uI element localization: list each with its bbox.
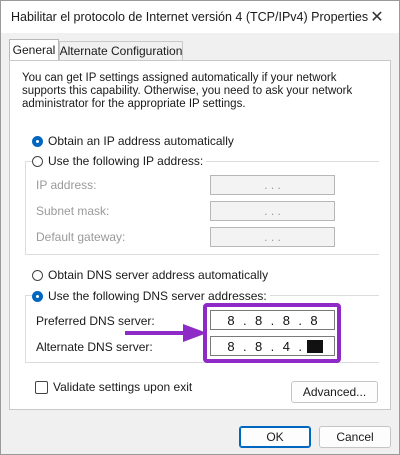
highlight-rectangle [203, 303, 341, 363]
radio-unselected-icon [32, 155, 43, 167]
close-button[interactable]: ✕ [355, 1, 399, 33]
ip-address-label: IP address: [36, 178, 97, 192]
intro-text: You can get IP settings assigned automat… [22, 72, 353, 110]
subnet-mask-dots: . . . [264, 204, 281, 218]
radio-selected-icon [32, 290, 43, 302]
close-icon: ✕ [370, 9, 384, 26]
obtain-ip-auto-label: Obtain an IP address automatically [48, 134, 234, 148]
subnet-mask-label: Subnet mask: [36, 204, 110, 218]
radio-unselected-icon [32, 269, 43, 281]
default-gateway-dots: . . . [264, 230, 281, 244]
use-following-dns-label: Use the following DNS server addresses: [48, 289, 267, 303]
use-following-ip-radio[interactable]: Use the following IP address: [32, 154, 207, 168]
default-gateway-label: Default gateway: [36, 230, 126, 244]
arrow-right-icon [125, 324, 207, 342]
validate-settings-label: Validate settings upon exit [53, 380, 193, 394]
radio-selected-icon [32, 135, 43, 147]
obtain-dns-auto-label: Obtain DNS server address automatically [48, 268, 269, 282]
obtain-ip-auto-radio[interactable]: Obtain an IP address automatically [32, 134, 237, 148]
cancel-button[interactable]: Cancel [319, 426, 391, 448]
ip-address-dots: . . . [264, 178, 281, 192]
ip-address-field[interactable]: . . . [210, 175, 335, 195]
obtain-dns-auto-radio[interactable]: Obtain DNS server address automatically [32, 268, 272, 282]
advanced-button[interactable]: Advanced... [291, 381, 378, 403]
use-following-ip-label: Use the following IP address: [48, 154, 204, 168]
validate-settings-checkbox[interactable]: Validate settings upon exit [35, 380, 192, 394]
dialog-window: Habilitar el protocolo de Internet versi… [0, 0, 400, 455]
tab-alternate-configuration[interactable]: Alternate Configuration [59, 41, 183, 60]
subnet-mask-field[interactable]: . . . [210, 201, 335, 221]
ok-button[interactable]: OK [239, 426, 311, 448]
window-title: Habilitar el protocolo de Internet versi… [11, 10, 369, 24]
checkbox-unchecked-icon [35, 380, 48, 394]
tab-general[interactable]: General [9, 39, 59, 60]
default-gateway-field[interactable]: . . . [210, 227, 335, 247]
use-following-dns-radio[interactable]: Use the following DNS server addresses: [32, 289, 270, 303]
title-bar: Habilitar el protocolo de Internet versi… [1, 1, 399, 33]
